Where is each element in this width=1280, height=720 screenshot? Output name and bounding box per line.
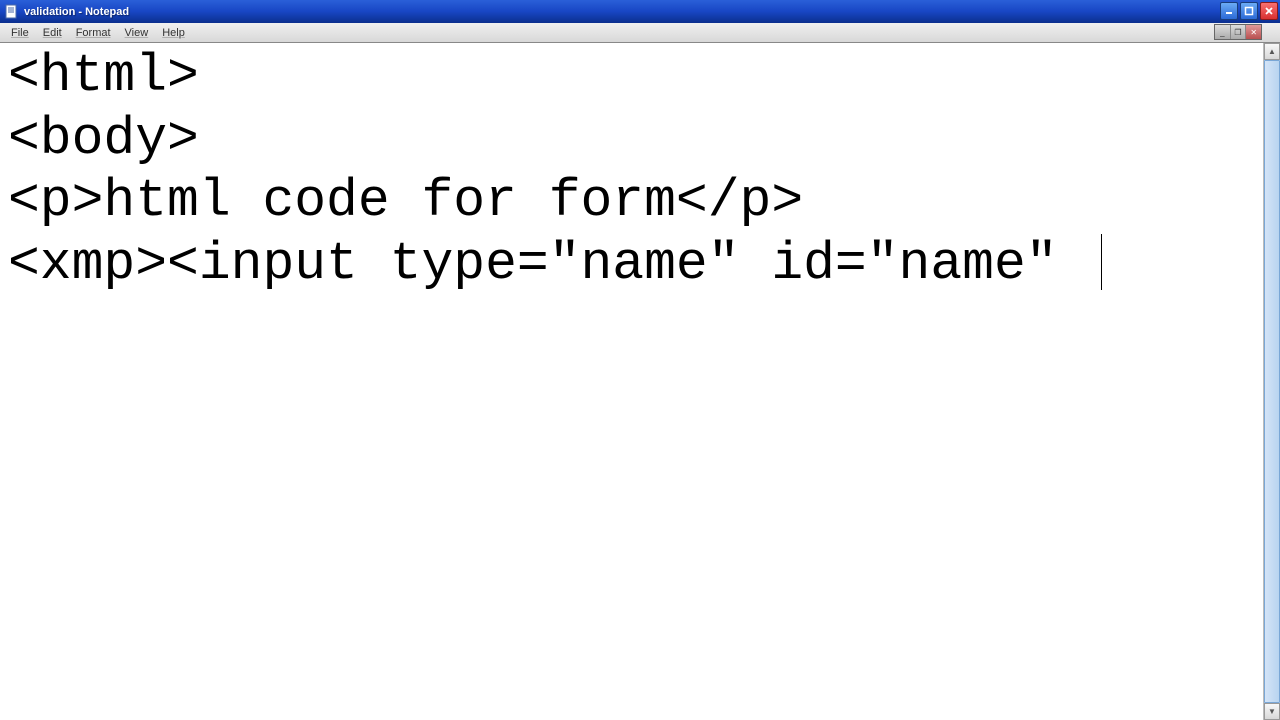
maximize-button[interactable] <box>1240 2 1258 20</box>
scroll-down-icon[interactable]: ▼ <box>1264 703 1280 720</box>
titlebar: validation - Notepad <box>0 0 1280 23</box>
scroll-thumb[interactable] <box>1264 60 1280 703</box>
sec-close-icon[interactable]: ✕ <box>1246 25 1261 39</box>
scroll-up-icon[interactable]: ▲ <box>1264 43 1280 60</box>
menu-view[interactable]: View <box>118 25 156 41</box>
menubar: File Edit Format View Help <box>0 23 1280 43</box>
menu-edit[interactable]: Edit <box>36 25 69 41</box>
notepad-icon <box>4 4 20 20</box>
sec-minimize-icon[interactable]: _ <box>1215 25 1231 39</box>
menu-file[interactable]: File <box>4 25 36 41</box>
scroll-track[interactable] <box>1264 60 1280 703</box>
menu-help[interactable]: Help <box>155 25 192 41</box>
text-cursor <box>1101 234 1102 290</box>
window-title: validation - Notepad <box>24 6 129 18</box>
sec-restore-icon[interactable]: ❐ <box>1231 25 1247 39</box>
editor-text: <html> <body> <p>html code for form</p> … <box>8 46 1089 294</box>
secondary-window-controls: _ ❐ ✕ <box>1214 24 1262 40</box>
menu-format[interactable]: Format <box>69 25 118 41</box>
close-button[interactable] <box>1260 2 1278 20</box>
vertical-scrollbar[interactable]: ▲ ▼ <box>1263 43 1280 720</box>
editor-area: <html> <body> <p>html code for form</p> … <box>0 43 1280 720</box>
minimize-button[interactable] <box>1220 2 1238 20</box>
text-editor[interactable]: <html> <body> <p>html code for form</p> … <box>0 43 1263 720</box>
